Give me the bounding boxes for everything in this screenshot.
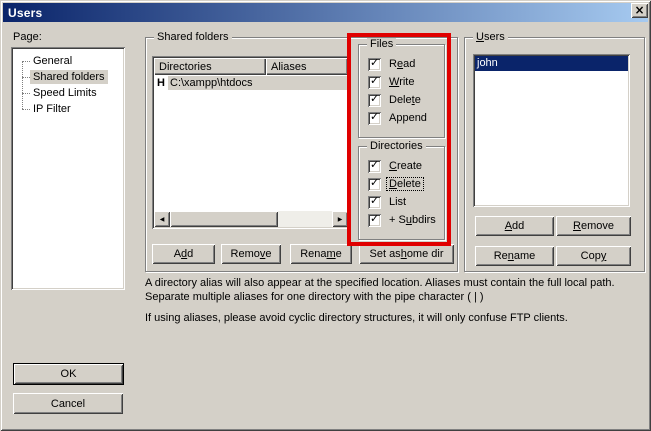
rename-user-button[interactable]: Rename <box>475 246 554 266</box>
user-name: john <box>477 57 498 69</box>
user-list-item-john[interactable]: john <box>475 56 628 71</box>
scrollbar-track[interactable] <box>278 211 332 227</box>
page-list: General Shared folders Speed Limits IP F… <box>11 47 125 290</box>
checkbox-label: Append <box>387 112 429 124</box>
sidebar-item-ip-filter[interactable]: IP Filter <box>15 101 121 117</box>
scroll-left-icon: ◀ <box>160 216 165 223</box>
checkbox-box[interactable]: ✓ <box>368 160 381 173</box>
checkbox-box[interactable]: ✓ <box>368 178 381 191</box>
column-header-aliases[interactable]: Aliases <box>266 58 348 75</box>
rename-folder-button[interactable]: Rename <box>290 244 352 264</box>
alias-description-line2: If using aliases, please avoid cyclic di… <box>145 311 650 325</box>
tree-connector <box>22 93 30 94</box>
tree-connector <box>22 61 30 62</box>
checkbox-box[interactable]: ✓ <box>368 112 381 125</box>
checkbox-subdirs[interactable]: ✓ + Subdirs <box>368 213 438 227</box>
cancel-button[interactable]: Cancel <box>13 393 123 414</box>
column-header-directories[interactable]: Directories <box>154 58 266 75</box>
scroll-left-button[interactable]: ◀ <box>154 211 170 227</box>
home-dir-flag: H <box>154 77 168 89</box>
sidebar-item-speed-limits[interactable]: Speed Limits <box>15 85 121 101</box>
sidebar-item-label: General <box>30 54 75 68</box>
page-tree: General Shared folders Speed Limits IP F… <box>15 53 121 117</box>
add-folder-button[interactable]: Add <box>152 244 215 264</box>
remove-folder-button[interactable]: Remove <box>221 244 281 264</box>
checkbox-label: Delete <box>387 94 423 106</box>
window-title: Users <box>8 6 42 20</box>
tree-connector <box>22 77 30 78</box>
checkbox-label: Create <box>387 160 424 172</box>
title-bar: Users <box>3 3 648 22</box>
directories-listview: Directories Aliases H C:\xampp\htdocs ◀ … <box>152 56 350 229</box>
checkmark-icon: ✓ <box>370 158 379 172</box>
checkmark-icon: ✓ <box>370 92 379 106</box>
shared-folders-group-label: Shared folders <box>154 31 232 44</box>
page-panel-label: Page: <box>13 31 42 43</box>
alias-description-line1: A directory alias will also appear at th… <box>145 276 650 304</box>
checkbox-delete-file[interactable]: ✓ Delete <box>368 93 423 107</box>
checkbox-label: Read <box>387 58 417 70</box>
checkbox-label: Write <box>387 76 416 88</box>
files-group-label: Files <box>367 38 396 51</box>
checkmark-icon: ✓ <box>370 74 379 88</box>
checkbox-box[interactable]: ✓ <box>368 58 381 71</box>
checkmark-icon: ✓ <box>370 110 379 124</box>
scroll-right-button[interactable]: ▶ <box>332 211 348 227</box>
directory-row[interactable]: H C:\xampp\htdocs <box>154 75 348 90</box>
users-list: john <box>473 54 630 207</box>
close-button[interactable]: × <box>631 3 648 18</box>
files-permissions-group: Files ✓ Read ✓ Write ✓ Delete ✓ Append <box>358 44 445 138</box>
column-header-label: Aliases <box>271 61 306 73</box>
checkbox-write[interactable]: ✓ Write <box>368 75 416 89</box>
copy-user-button[interactable]: Copy <box>556 246 631 266</box>
checkbox-list[interactable]: ✓ List <box>368 195 408 209</box>
checkmark-icon: ✓ <box>370 194 379 208</box>
checkbox-create[interactable]: ✓ Create <box>368 159 424 173</box>
directories-permissions-group: Directories ✓ Create ✓ Delete ✓ List ✓ +… <box>358 146 445 240</box>
checkmark-icon: ✓ <box>370 212 379 226</box>
alias-description: A directory alias will also appear at th… <box>145 276 650 325</box>
checkbox-delete-dir[interactable]: ✓ Delete <box>368 177 423 191</box>
checkbox-label: List <box>387 196 408 208</box>
sidebar-item-label: Shared folders <box>30 70 108 84</box>
checkbox-box[interactable]: ✓ <box>368 196 381 209</box>
checkmark-icon: ✓ <box>370 56 379 70</box>
listview-header: Directories Aliases <box>154 58 348 75</box>
checkmark-icon: ✓ <box>370 176 379 190</box>
remove-user-button[interactable]: Remove <box>556 216 631 236</box>
sidebar-item-label: IP Filter <box>30 102 74 116</box>
tree-connector <box>22 109 30 110</box>
sidebar-item-general[interactable]: General <box>15 53 121 69</box>
checkbox-label: + Subdirs <box>387 214 438 226</box>
set-as-home-dir-button[interactable]: Set as home dir <box>359 244 454 264</box>
horizontal-scrollbar[interactable]: ◀ ▶ <box>154 211 348 227</box>
sidebar-item-shared-folders[interactable]: Shared folders <box>15 69 121 85</box>
checkbox-read[interactable]: ✓ Read <box>368 57 417 71</box>
users-group-label: Users <box>473 31 508 44</box>
checkbox-box[interactable]: ✓ <box>368 94 381 107</box>
ok-button[interactable]: OK <box>13 363 124 385</box>
checkbox-append[interactable]: ✓ Append <box>368 111 429 125</box>
scroll-right-icon: ▶ <box>338 216 343 223</box>
users-dialog: Users × Page: General Shared folders Spe… <box>0 0 651 431</box>
directory-path: C:\xampp\htdocs <box>168 76 348 90</box>
close-icon: × <box>634 4 644 16</box>
column-header-label: Directories <box>159 61 212 73</box>
users-group: Users john Add Remove Rename Copy <box>464 37 645 272</box>
checkbox-box[interactable]: ✓ <box>368 214 381 227</box>
add-user-button[interactable]: Add <box>475 216 554 236</box>
directories-group-label: Directories <box>367 140 426 153</box>
checkbox-label: Delete <box>387 178 423 190</box>
sidebar-item-label: Speed Limits <box>30 86 100 100</box>
scrollbar-thumb[interactable] <box>170 211 278 227</box>
checkbox-box[interactable]: ✓ <box>368 76 381 89</box>
